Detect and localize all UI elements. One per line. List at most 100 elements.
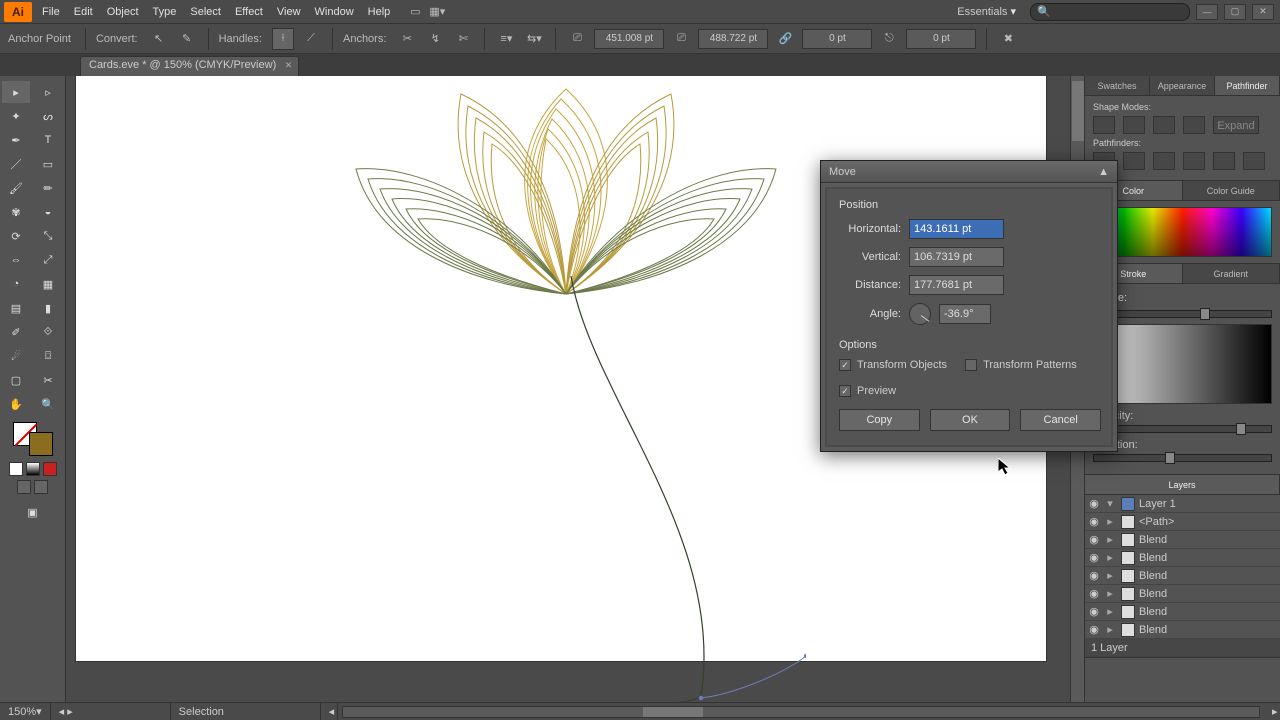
layer-row[interactable]: ◉▸Blend — [1085, 531, 1280, 549]
cancel-button[interactable]: Cancel — [1020, 409, 1101, 431]
horizontal-scrollbar[interactable] — [342, 706, 1260, 718]
tool-blob[interactable]: ✾ — [2, 201, 30, 223]
menu-select[interactable]: Select — [190, 6, 221, 18]
tool-pen[interactable]: ✒ — [2, 129, 30, 151]
color-mode-icon[interactable] — [9, 462, 23, 476]
tool-direct-select[interactable]: ▹ — [34, 81, 62, 103]
gradient-preview[interactable] — [1093, 324, 1272, 404]
exclude-icon[interactable] — [1183, 116, 1205, 134]
menu-window[interactable]: Window — [315, 6, 354, 18]
zoom-level[interactable]: 150% ▾ — [0, 703, 51, 720]
tool-width[interactable]: ⇔ — [2, 249, 30, 271]
x-link-icon[interactable]: ⎚ — [566, 28, 588, 50]
tool-shape-builder[interactable]: ◔ — [2, 273, 30, 295]
scroll-left-icon[interactable]: ◂ — [321, 703, 338, 720]
arrange-icon[interactable]: ▦▾ — [426, 1, 448, 23]
layout-icon[interactable]: ▭ — [404, 1, 426, 23]
visibility-icon[interactable]: ◉ — [1085, 497, 1103, 510]
tool-artboard[interactable]: ▢ — [2, 369, 30, 391]
workspace-switcher[interactable]: Essentials ▾ — [957, 5, 1016, 18]
tool-pencil[interactable]: ✏ — [34, 177, 62, 199]
scroll-right-icon[interactable]: ▸ — [1264, 703, 1280, 720]
anchors-cut-icon[interactable]: ✄ — [452, 28, 474, 50]
close-window-button[interactable]: ✕ — [1252, 4, 1274, 20]
menu-object[interactable]: Object — [107, 6, 139, 18]
tool-graph[interactable]: ⌼ — [34, 345, 62, 367]
disclosure-icon[interactable]: ▾ — [1103, 497, 1117, 510]
search-input[interactable]: 🔍 — [1030, 3, 1190, 21]
screen-full-icon[interactable] — [34, 480, 48, 494]
opacity-slider[interactable] — [1093, 425, 1272, 433]
anchors-connect-icon[interactable]: ↯ — [424, 28, 446, 50]
preview-checkbox[interactable]: Preview — [839, 385, 1083, 397]
dialog-toggle-icon[interactable]: ▲ — [1098, 166, 1109, 178]
close-tab-icon[interactable]: ✕ — [285, 60, 293, 71]
h-field[interactable]: 0 pt — [906, 29, 976, 49]
tool-hand[interactable]: ✋ — [2, 393, 30, 415]
tool-rectangle[interactable]: ▭ — [34, 153, 62, 175]
expand-button[interactable]: Expand — [1213, 116, 1259, 134]
layer-row[interactable]: ◉▸Blend — [1085, 603, 1280, 621]
dialog-titlebar[interactable]: Move ▲ — [821, 161, 1117, 183]
nav-cell[interactable]: ◂ ▸ — [51, 703, 171, 720]
grad-radial-icon[interactable] — [1157, 290, 1175, 306]
tab-gradient[interactable]: Gradient — [1183, 264, 1280, 283]
menu-view[interactable]: View — [277, 6, 301, 18]
tool-zoom[interactable]: 🔍 — [34, 393, 62, 415]
layer-row[interactable]: ◉▸Blend — [1085, 549, 1280, 567]
trim-icon[interactable] — [1123, 152, 1145, 170]
transform-patterns-checkbox[interactable]: Transform Patterns — [965, 359, 1077, 371]
tool-magic-wand[interactable]: ✦ — [2, 105, 30, 127]
merge-icon[interactable] — [1153, 152, 1175, 170]
distance-input[interactable] — [909, 275, 1004, 295]
menu-file[interactable]: File — [42, 6, 60, 18]
unite-icon[interactable] — [1093, 116, 1115, 134]
stroke-slider[interactable] — [1093, 310, 1272, 318]
tool-eyedropper[interactable]: ✐ — [2, 321, 30, 343]
intersect-icon[interactable] — [1153, 116, 1175, 134]
none-mode-icon[interactable] — [43, 462, 57, 476]
minus-back-icon[interactable] — [1243, 152, 1265, 170]
tab-pathfinder[interactable]: Pathfinder — [1215, 76, 1280, 95]
fill-stroke-swatch[interactable] — [13, 422, 53, 456]
layer-row[interactable]: ◉▸Blend — [1085, 621, 1280, 639]
ok-button[interactable]: OK — [930, 409, 1011, 431]
align-icon[interactable]: ≡▾ — [495, 28, 517, 50]
layer-row[interactable]: ◉▸Blend — [1085, 567, 1280, 585]
tool-slice[interactable]: ✂ — [34, 369, 62, 391]
tool-perspective[interactable]: ▦ — [34, 273, 62, 295]
wh-link-icon[interactable]: 🔗 — [774, 28, 796, 50]
layer-row-top[interactable]: ◉▾Layer 1 — [1085, 495, 1280, 513]
grad-linear-icon[interactable] — [1135, 290, 1153, 306]
angle-dial[interactable] — [909, 303, 931, 325]
transform-objects-checkbox[interactable]: Transform Objects — [839, 359, 947, 371]
menu-effect[interactable]: Effect — [235, 6, 263, 18]
layer-row[interactable]: ◉▸<Path> — [1085, 513, 1280, 531]
link-icon[interactable]: ⎋ — [878, 28, 900, 50]
angle-input[interactable] — [939, 304, 991, 324]
tab-color-guide[interactable]: Color Guide — [1183, 181, 1280, 200]
horizontal-input[interactable] — [909, 219, 1004, 239]
tool-change-screen[interactable]: ▣ — [19, 501, 47, 523]
anchors-remove-icon[interactable]: ✂ — [396, 28, 418, 50]
copy-button[interactable]: Copy — [839, 409, 920, 431]
menu-help[interactable]: Help — [368, 6, 391, 18]
convert-smooth-icon[interactable]: ✎ — [176, 28, 198, 50]
handles-hide-icon[interactable]: ⟋ — [300, 28, 322, 50]
minimize-button[interactable]: — — [1196, 4, 1218, 20]
minus-front-icon[interactable] — [1123, 116, 1145, 134]
convert-corner-icon[interactable]: ↖ — [148, 28, 170, 50]
gradient-mode-icon[interactable] — [26, 462, 40, 476]
maximize-button[interactable]: ▢ — [1224, 4, 1246, 20]
tab-layers[interactable]: Layers — [1085, 475, 1280, 494]
tool-symbol[interactable]: ☄ — [2, 345, 30, 367]
location-slider[interactable] — [1093, 454, 1272, 462]
tool-gradient[interactable]: ▮ — [34, 297, 62, 319]
x-field[interactable]: 451.008 pt — [594, 29, 664, 49]
y-link-icon[interactable]: ⎚ — [670, 28, 692, 50]
tool-rotate[interactable]: ⟳ — [2, 225, 30, 247]
handles-show-icon[interactable]: ⟊ — [272, 28, 294, 50]
vertical-input[interactable] — [909, 247, 1004, 267]
tab-swatches[interactable]: Swatches — [1085, 76, 1150, 95]
tool-lasso[interactable]: ᔕ — [34, 105, 62, 127]
